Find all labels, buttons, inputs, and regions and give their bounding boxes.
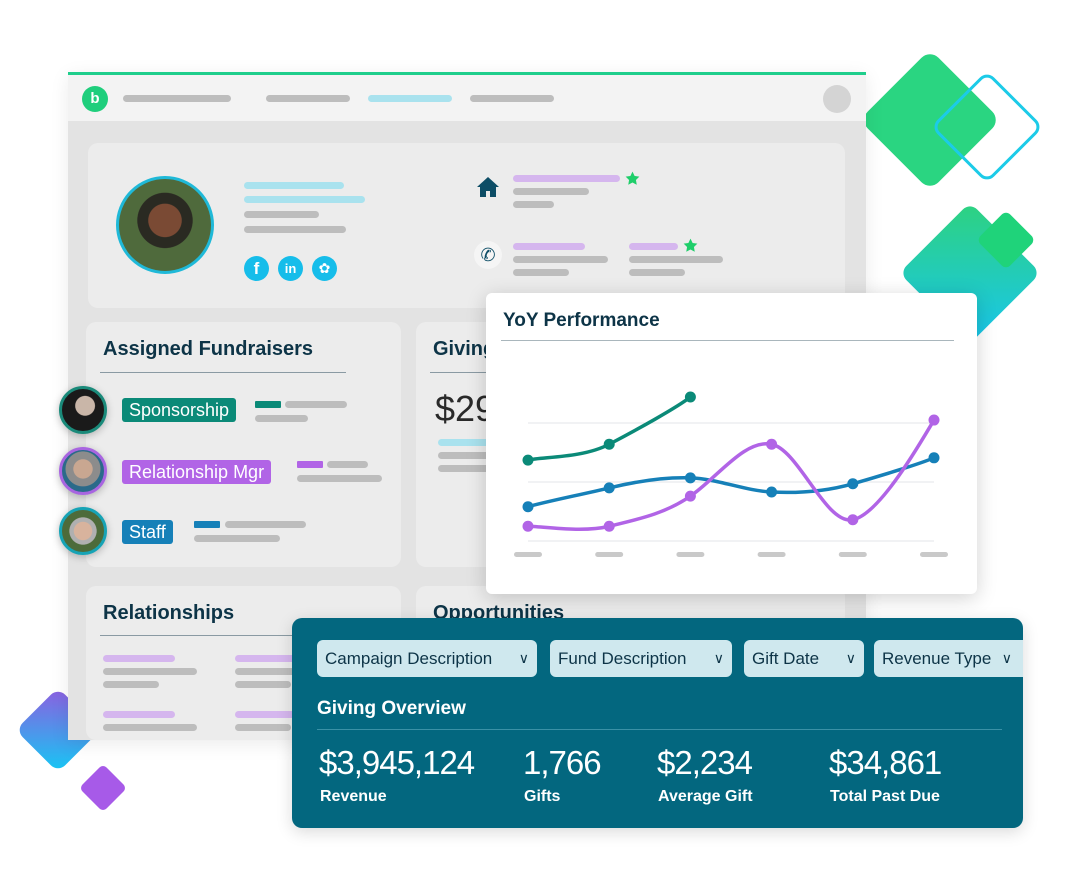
top-nav: b: [68, 75, 866, 121]
kpi-label-total-past-due: Total Past Due: [830, 788, 940, 805]
x-tick-label: [676, 552, 705, 557]
data-point[interactable]: [928, 452, 940, 464]
decor-diamond-purple: [78, 763, 128, 813]
profile-name-line: [244, 196, 365, 203]
divider: [100, 372, 346, 373]
kpi-label-gifts: Gifts: [524, 788, 561, 805]
chevron-down-icon: ∨: [713, 650, 724, 666]
x-tick-label: [514, 552, 542, 557]
linkedin-icon[interactable]: in: [278, 256, 303, 281]
overview-title: Giving Overview: [317, 698, 466, 719]
address-line: [513, 188, 589, 195]
data-point[interactable]: [684, 391, 696, 403]
app-logo[interactable]: b: [82, 86, 108, 112]
kpi-value-average-gift: $2,234: [657, 744, 753, 781]
x-tick-label: [757, 552, 786, 557]
data-point[interactable]: [766, 438, 778, 450]
card-title: Assigned Fundraisers: [103, 338, 314, 360]
x-tick-label: [838, 552, 867, 557]
phone-line: [629, 243, 678, 250]
phone-line: [629, 256, 723, 263]
address-line: [513, 175, 620, 182]
profile-text-line: [244, 211, 319, 218]
kpi-value-total-past-due: $34,861: [829, 744, 942, 781]
nav-item[interactable]: [123, 95, 231, 102]
profile-photo: [116, 176, 214, 274]
home-icon: [477, 177, 499, 197]
star-icon: [625, 171, 640, 185]
data-point[interactable]: [928, 414, 940, 426]
chevron-down-icon: ∨: [1001, 650, 1012, 666]
fundraiser-avatar[interactable]: [59, 447, 107, 495]
kpi-value-revenue: $3,945,124: [319, 744, 475, 781]
profile-card: f in ✿ ✆: [88, 143, 845, 308]
data-point[interactable]: [684, 472, 696, 484]
profile-name-line: [244, 182, 344, 189]
phone-line: [513, 243, 585, 250]
fundraiser-avatar[interactable]: [59, 386, 107, 434]
kpi-label-revenue: Revenue: [320, 788, 387, 805]
data-point[interactable]: [766, 486, 778, 498]
chevron-down-icon: ∨: [518, 650, 529, 666]
phone-line: [629, 269, 685, 276]
yoy-line-chart: [514, 391, 948, 557]
data-point[interactable]: [522, 520, 534, 532]
nav-item-active[interactable]: [368, 95, 452, 102]
phone-line: [513, 256, 608, 263]
data-point[interactable]: [603, 520, 615, 532]
nav-item[interactable]: [470, 95, 554, 102]
giving-overview-panel: Campaign Description ∨ Fund Description ∨ …: [292, 618, 1023, 828]
data-point[interactable]: [603, 438, 615, 450]
x-tick-label: [920, 552, 948, 557]
data-point[interactable]: [522, 454, 534, 466]
x-tick-label: [595, 552, 624, 557]
fundraiser-tag-staff[interactable]: Staff: [122, 520, 173, 544]
phone-line: [513, 269, 569, 276]
series-line-2: [526, 418, 936, 531]
yoy-performance-card: YoY Performance: [486, 293, 977, 594]
series-line-0: [526, 395, 693, 462]
filter-campaign-description[interactable]: Campaign Description ∨: [317, 640, 537, 677]
user-avatar[interactable]: [823, 85, 851, 113]
profile-text-line: [244, 226, 346, 233]
nav-item[interactable]: [266, 95, 350, 102]
star-icon: [683, 238, 698, 252]
card-title: Relationships: [103, 602, 235, 624]
data-point[interactable]: [847, 514, 859, 526]
kpi-value-gifts: 1,766: [523, 744, 602, 781]
filter-fund-description[interactable]: Fund Description ∨: [550, 640, 732, 677]
twitter-icon[interactable]: ✿: [312, 256, 337, 281]
filter-revenue-type[interactable]: Revenue Type ∨: [874, 640, 1023, 677]
data-point[interactable]: [603, 482, 615, 494]
address-line: [513, 201, 554, 208]
filter-gift-date[interactable]: Gift Date ∨: [744, 640, 864, 677]
phone-icon: ✆: [474, 241, 502, 269]
data-point[interactable]: [684, 490, 696, 502]
chevron-down-icon: ∨: [845, 650, 856, 666]
fundraiser-tag-relationship-mgr[interactable]: Relationship Mgr: [122, 460, 272, 484]
data-point[interactable]: [522, 501, 534, 513]
fundraiser-tag-sponsorship[interactable]: Sponsorship: [122, 398, 237, 422]
fundraiser-avatar[interactable]: [59, 507, 107, 555]
kpi-label-average-gift: Average Gift: [658, 788, 753, 805]
facebook-icon[interactable]: f: [244, 256, 269, 281]
data-point[interactable]: [847, 478, 859, 490]
divider: [317, 729, 1002, 730]
